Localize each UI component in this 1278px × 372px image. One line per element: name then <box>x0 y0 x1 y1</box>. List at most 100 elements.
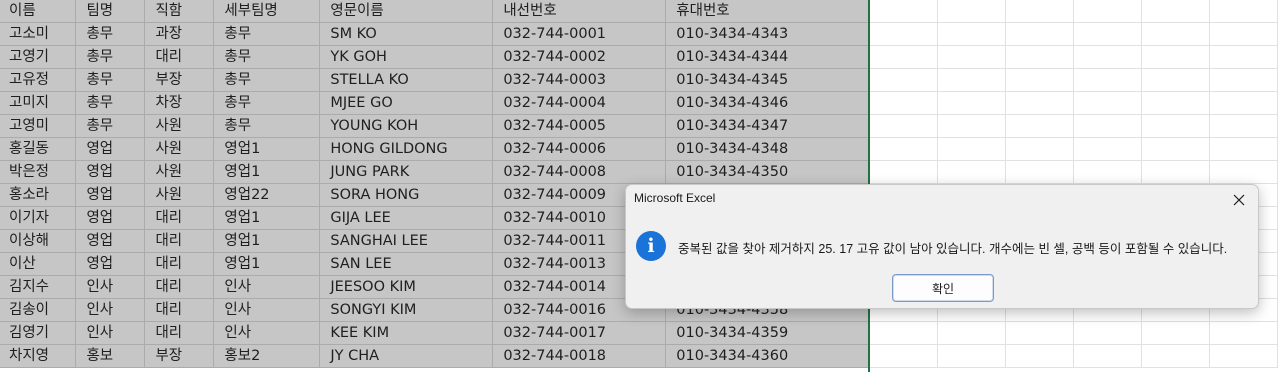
empty-cell[interactable] <box>869 0 939 23</box>
header-cell[interactable]: 팀명 <box>75 0 146 23</box>
table-cell[interactable]: 대리 <box>144 321 215 345</box>
table-cell[interactable]: 대리 <box>144 45 215 69</box>
table-cell[interactable]: 영업 <box>75 252 146 276</box>
empty-cell[interactable] <box>1209 0 1278 23</box>
header-cell[interactable]: 이름 <box>0 0 77 23</box>
table-cell[interactable]: 032-744-0017 <box>492 321 667 345</box>
table-cell[interactable]: 010-3434-4350 <box>665 160 871 184</box>
empty-cell[interactable] <box>869 321 939 345</box>
empty-cell[interactable] <box>1141 22 1210 46</box>
ok-button[interactable]: 확인 <box>892 274 994 302</box>
empty-cell[interactable] <box>1073 160 1143 184</box>
table-cell[interactable]: KEE KIM <box>319 321 494 345</box>
empty-cell[interactable] <box>869 91 939 115</box>
empty-cell[interactable] <box>937 321 1007 345</box>
table-cell[interactable]: 총무 <box>75 114 146 138</box>
table-cell[interactable]: STELLA KO <box>319 68 494 92</box>
table-cell[interactable]: 홍길동 <box>0 137 77 161</box>
table-cell[interactable]: 사원 <box>144 114 215 138</box>
table-cell[interactable]: 부장 <box>144 68 215 92</box>
table-cell[interactable]: 총무 <box>213 45 321 69</box>
table-cell[interactable]: 사원 <box>144 183 215 207</box>
table-cell[interactable]: 대리 <box>144 206 215 230</box>
empty-cell[interactable] <box>1005 137 1075 161</box>
table-cell[interactable]: 총무 <box>213 68 321 92</box>
empty-cell[interactable] <box>1005 160 1075 184</box>
empty-cell[interactable] <box>1073 344 1143 368</box>
empty-cell[interactable] <box>1141 160 1210 184</box>
header-cell[interactable]: 휴대번호 <box>665 0 871 23</box>
table-cell[interactable]: 032-744-0005 <box>492 114 667 138</box>
empty-cell[interactable] <box>869 160 939 184</box>
table-cell[interactable]: 인사 <box>213 298 321 322</box>
table-cell[interactable]: 영업 <box>75 229 146 253</box>
table-cell[interactable]: 차장 <box>144 91 215 115</box>
empty-cell[interactable] <box>937 137 1007 161</box>
table-cell[interactable]: 총무 <box>213 22 321 46</box>
empty-cell[interactable] <box>1073 137 1143 161</box>
empty-cell[interactable] <box>1005 0 1075 23</box>
empty-cell[interactable] <box>1209 45 1278 69</box>
table-cell[interactable]: 영업1 <box>213 160 321 184</box>
table-cell[interactable]: 032-744-0008 <box>492 160 667 184</box>
table-cell[interactable]: 인사 <box>75 321 146 345</box>
table-cell[interactable]: MJEE GO <box>319 91 494 115</box>
empty-cell[interactable] <box>1209 91 1278 115</box>
empty-cell[interactable] <box>869 68 939 92</box>
table-cell[interactable]: YOUNG KOH <box>319 114 494 138</box>
table-cell[interactable]: 032-744-0001 <box>492 22 667 46</box>
table-cell[interactable]: JEESOO KIM <box>319 275 494 299</box>
table-cell[interactable]: 박은정 <box>0 160 77 184</box>
table-cell[interactable]: 대리 <box>144 298 215 322</box>
table-cell[interactable]: 010-3434-4359 <box>665 321 871 345</box>
table-cell[interactable]: 인사 <box>75 275 146 299</box>
empty-cell[interactable] <box>1209 344 1278 368</box>
table-cell[interactable]: 대리 <box>144 229 215 253</box>
table-cell[interactable]: 고유정 <box>0 68 77 92</box>
table-cell[interactable]: 010-3434-4344 <box>665 45 871 69</box>
table-cell[interactable]: 홍보2 <box>213 344 321 368</box>
empty-cell[interactable] <box>937 91 1007 115</box>
table-cell[interactable]: SORA HONG <box>319 183 494 207</box>
table-cell[interactable]: JUNG PARK <box>319 160 494 184</box>
table-cell[interactable]: 고미지 <box>0 91 77 115</box>
empty-cell[interactable] <box>937 22 1007 46</box>
header-cell[interactable]: 직함 <box>144 0 215 23</box>
table-cell[interactable]: 010-3434-4360 <box>665 344 871 368</box>
table-cell[interactable]: 홍소라 <box>0 183 77 207</box>
empty-cell[interactable] <box>1005 344 1075 368</box>
table-cell[interactable]: 고영기 <box>0 45 77 69</box>
empty-cell[interactable] <box>1209 160 1278 184</box>
empty-cell[interactable] <box>1209 68 1278 92</box>
empty-cell[interactable] <box>1141 45 1210 69</box>
empty-cell[interactable] <box>937 160 1007 184</box>
table-cell[interactable]: 032-744-0004 <box>492 91 667 115</box>
table-cell[interactable]: 사원 <box>144 137 215 161</box>
table-cell[interactable]: 영업1 <box>213 137 321 161</box>
empty-cell[interactable] <box>1141 0 1210 23</box>
table-cell[interactable]: 이산 <box>0 252 77 276</box>
empty-cell[interactable] <box>1209 137 1278 161</box>
table-cell[interactable]: 영업 <box>75 206 146 230</box>
empty-cell[interactable] <box>1005 114 1075 138</box>
empty-cell[interactable] <box>937 114 1007 138</box>
table-cell[interactable]: SANGHAI LEE <box>319 229 494 253</box>
table-cell[interactable]: 총무 <box>75 91 146 115</box>
table-cell[interactable]: 010-3434-4348 <box>665 137 871 161</box>
empty-cell[interactable] <box>869 137 939 161</box>
empty-cell[interactable] <box>1141 321 1210 345</box>
table-cell[interactable]: 김송이 <box>0 298 77 322</box>
empty-cell[interactable] <box>869 344 939 368</box>
table-cell[interactable]: SM KO <box>319 22 494 46</box>
table-cell[interactable]: 010-3434-4347 <box>665 114 871 138</box>
table-cell[interactable]: 이상해 <box>0 229 77 253</box>
table-cell[interactable]: 영업 <box>75 137 146 161</box>
table-cell[interactable]: 총무 <box>75 68 146 92</box>
empty-cell[interactable] <box>1209 114 1278 138</box>
table-cell[interactable]: YK GOH <box>319 45 494 69</box>
table-cell[interactable]: 032-744-0002 <box>492 45 667 69</box>
table-cell[interactable]: 영업 <box>75 183 146 207</box>
table-cell[interactable]: 인사 <box>213 275 321 299</box>
table-cell[interactable]: JY CHA <box>319 344 494 368</box>
empty-cell[interactable] <box>1073 321 1143 345</box>
